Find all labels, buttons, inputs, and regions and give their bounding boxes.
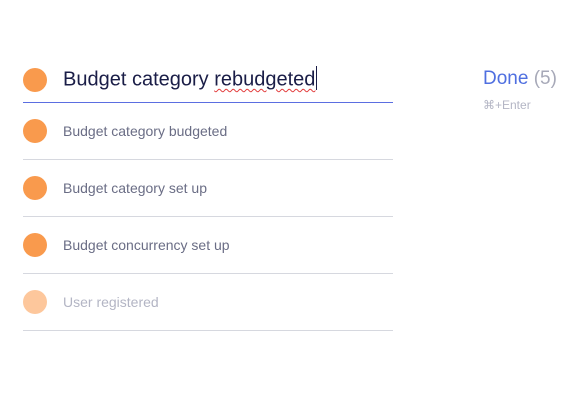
event-title-misspelled-word: rebudgeted [214, 67, 316, 90]
keyboard-shortcut-hint: ⌘+Enter [483, 98, 531, 112]
list-item-label: Budget category set up [63, 180, 207, 196]
list-item-label: Budget concurrency set up [63, 237, 230, 253]
done-button[interactable]: Done (5) [483, 68, 557, 90]
event-status-dot-icon [23, 290, 47, 314]
done-count: (5) [533, 68, 557, 89]
list-item-label: Budget category budgeted [63, 123, 228, 139]
event-title-editor[interactable]: Budget category rebudgeted [23, 57, 393, 103]
event-list-editor: Budget category rebudgeted Budget catego… [0, 0, 587, 406]
event-status-dot-icon [23, 67, 47, 92]
done-label: Done [483, 68, 529, 89]
list-item[interactable]: Budget concurrency set up [23, 217, 393, 274]
done-area: Done (5) ⌘+Enter [483, 68, 557, 112]
list-item[interactable]: User registered [23, 274, 393, 331]
list-item[interactable]: Budget category set up [23, 160, 393, 217]
event-status-dot-icon [23, 233, 47, 257]
list-item[interactable]: Budget category budgeted [23, 103, 393, 160]
list-item-label: User registered [63, 294, 159, 310]
event-status-dot-icon [23, 119, 47, 143]
event-list: Budget category rebudgeted Budget catego… [23, 57, 393, 331]
event-title-input[interactable]: Budget category rebudgeted [63, 65, 318, 92]
text-caret [316, 65, 318, 90]
event-title-prefix: Budget category [63, 67, 215, 90]
event-status-dot-icon [23, 176, 47, 200]
